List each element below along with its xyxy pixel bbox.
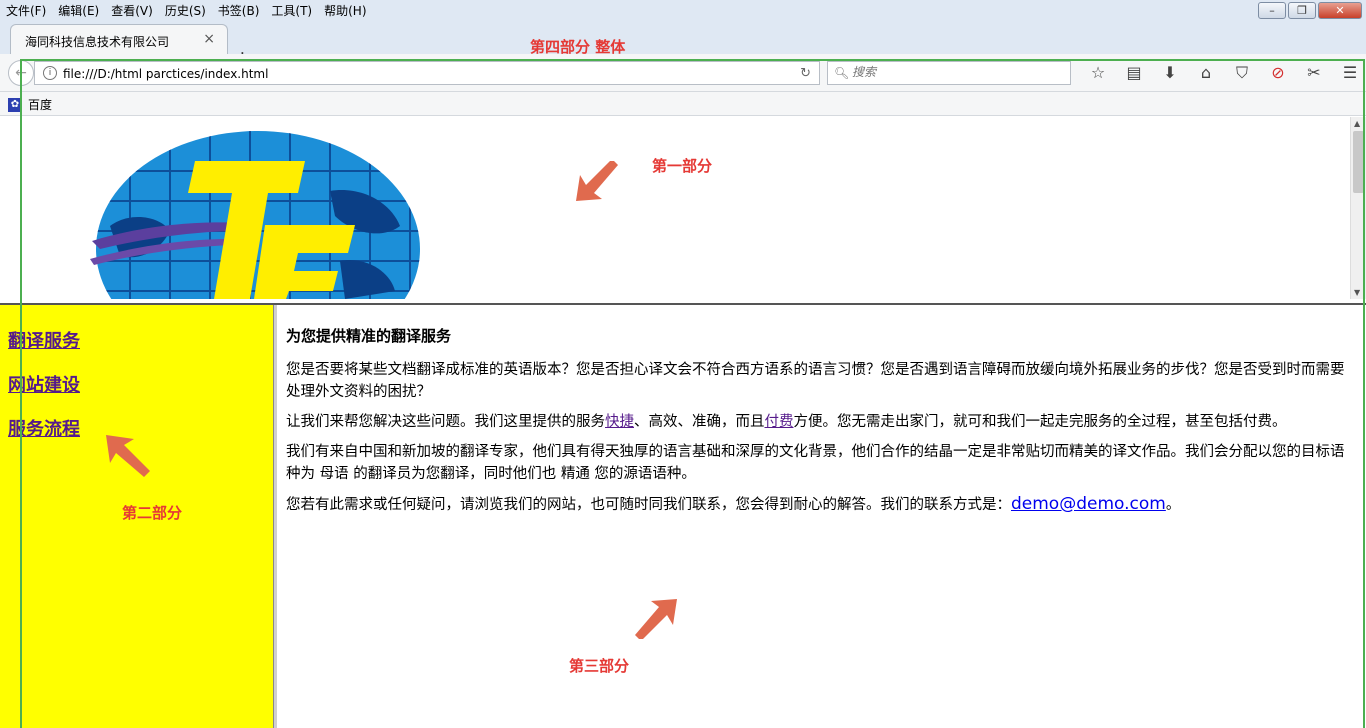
star-icon[interactable]: ☆ [1080, 63, 1116, 83]
nav-link-process[interactable]: 服务流程 [8, 415, 80, 441]
scrollbar-thumb[interactable] [1353, 131, 1364, 193]
p4-text-b: 。 [1165, 497, 1181, 513]
link-payment[interactable]: 付费 [765, 414, 794, 430]
scroll-down-icon[interactable]: ▼ [1354, 288, 1360, 297]
restore-button[interactable]: ❐ [1288, 2, 1316, 19]
tab-strip: 海同科技信息技术有限公司 × + 第四部分 整体 [0, 20, 1366, 70]
search-icon: 🔍︎ [834, 66, 850, 80]
p2-text-c: 方便。您无需走出家门，就可和我们一起走完服务的全过程，甚至包括付费。 [793, 414, 1287, 430]
menu-bookmarks[interactable]: 书签(B) [218, 2, 260, 19]
menu-items: 文件(F) 编辑(E) 查看(V) 历史(S) 书签(B) 工具(T) 帮助(H… [6, 2, 379, 19]
nav-toolbar: i file:///D:/html parctices/index.html ↻… [0, 54, 1366, 92]
menu-edit[interactable]: 编辑(E) [58, 2, 99, 19]
adblock-icon[interactable]: ⊘ [1260, 63, 1296, 83]
paragraph-1: 您是否要将某些文档翻译成标准的英语版本？您是否担心译文会不符合西方语系的语言习惯… [286, 362, 1345, 400]
p2-text-b: 、高效、准确，而且 [634, 414, 765, 430]
browser-tab[interactable]: 海同科技信息技术有限公司 × [10, 24, 228, 54]
reader-icon[interactable]: ▤ [1116, 63, 1152, 83]
company-logo [90, 131, 420, 299]
nav-link-translation[interactable]: 翻译服务 [8, 327, 80, 353]
back-button[interactable]: ← [8, 60, 34, 86]
tab-close-icon[interactable]: × [203, 31, 215, 47]
annotation-part3: 第三部分 [569, 657, 630, 675]
menu-history[interactable]: 历史(S) [165, 2, 206, 19]
minimize-button[interactable]: – [1258, 2, 1286, 19]
menu-tools[interactable]: 工具(T) [271, 2, 312, 19]
annotation-part2: 第二部分 [122, 504, 183, 522]
paragraph-3: 我们有来自中国和新加坡的翻译专家，他们具有得天独厚的语言基础和深厚的文化背景，他… [286, 444, 1345, 482]
baidu-icon: ✿ [8, 97, 22, 112]
menu-bar: 文件(F) 编辑(E) 查看(V) 历史(S) 书签(B) 工具(T) 帮助(H… [0, 0, 1366, 20]
search-bar[interactable]: 🔍︎ [827, 61, 1071, 85]
main-content-frame: 为您提供精准的翻译服务 您是否要将某些文档翻译成标准的英语版本？您是否担心译文会… [277, 305, 1366, 728]
annotation-part1: 第一部分 [652, 157, 713, 175]
content-heading: 为您提供精准的翻译服务 [286, 327, 452, 345]
menu-file[interactable]: 文件(F) [6, 2, 46, 19]
menu-help[interactable]: 帮助(H) [324, 2, 366, 19]
tab-title: 海同科技信息技术有限公司 [25, 35, 170, 49]
top-frame-scrollbar[interactable]: ▲ ▼ [1350, 117, 1366, 299]
pocket-icon[interactable]: ⛉ [1224, 63, 1260, 83]
url-text: file:///D:/html parctices/index.html [63, 67, 269, 81]
bookmarks-bar: ✿ 百度 [0, 92, 1366, 116]
close-window-button[interactable]: ✕ [1318, 2, 1362, 19]
paragraph-4: 您若有此需求或任何疑问，请浏览我们的网站，也可随时同我们联系，您会得到耐心的解答… [286, 493, 1357, 516]
addon-icon[interactable]: ✂ [1296, 63, 1332, 83]
paragraph-2: 让我们来帮您解决这些问题。我们这里提供的服务快捷、高效、准确，而且付费方便。您无… [286, 411, 1357, 433]
window-controls: – ❐ ✕ [1258, 2, 1362, 19]
toolbar-icons: ☆ ▤ ⬇ ⌂ ⛉ ⊘ ✂ ☰ [1080, 63, 1366, 83]
arrow-icon-part3 [635, 599, 677, 639]
menu-view[interactable]: 查看(V) [111, 2, 153, 19]
reload-icon[interactable]: ↻ [800, 66, 811, 81]
arrow-icon-part2 [106, 435, 150, 477]
download-icon[interactable]: ⬇ [1152, 63, 1188, 83]
email-link[interactable]: demo@demo.com [1011, 494, 1166, 514]
left-nav-frame: 翻译服务 网站建设 服务流程 第二部分 [0, 305, 273, 728]
nav-link-website[interactable]: 网站建设 [8, 371, 80, 397]
p4-text-a: 您若有此需求或任何疑问，请浏览我们的网站，也可随时同我们联系，您会得到耐心的解答… [286, 497, 1011, 513]
back-arrow-icon: ← [15, 65, 27, 81]
scroll-up-icon[interactable]: ▲ [1354, 119, 1360, 128]
menu-icon[interactable]: ☰ [1332, 63, 1366, 83]
info-icon[interactable]: i [43, 66, 57, 80]
bookmark-baidu[interactable]: ✿ 百度 [8, 96, 52, 113]
url-bar[interactable]: i file:///D:/html parctices/index.html ↻ [34, 61, 820, 85]
p2-text-a: 让我们来帮您解决这些问题。我们这里提供的服务 [286, 414, 605, 430]
bookmark-label: 百度 [28, 98, 53, 112]
link-fast[interactable]: 快捷 [605, 414, 634, 430]
search-input[interactable] [852, 65, 1062, 79]
top-frame: 第一部分 ▲ ▼ [0, 117, 1366, 303]
arrow-icon-part1 [576, 161, 618, 201]
home-icon[interactable]: ⌂ [1188, 63, 1224, 83]
